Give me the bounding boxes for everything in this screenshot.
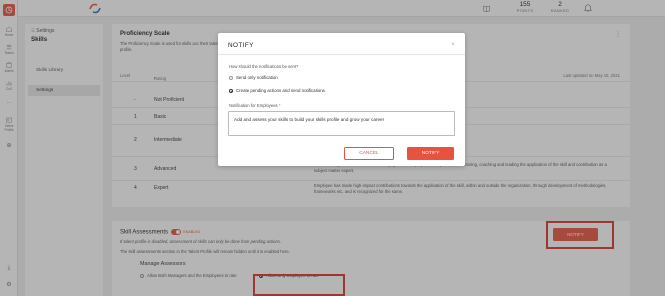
close-icon[interactable]: ×: [451, 41, 455, 48]
radio-selected-icon: [229, 88, 233, 93]
field-label-text: Notification for Employees: [229, 103, 278, 108]
required-mark: *: [278, 103, 281, 108]
modal-title: NOTIFY: [228, 42, 254, 49]
option-send-only[interactable]: Send only notification: [229, 75, 278, 80]
option-label: Create pending actions and send notifica…: [236, 88, 325, 93]
option-label: Send only notification: [236, 75, 278, 80]
notify-modal: NOTIFY × How should the notifications be…: [218, 33, 465, 166]
notification-textarea[interactable]: Add and assess your skills to build your…: [228, 111, 455, 136]
option-pending-actions[interactable]: Create pending actions and send notifica…: [229, 88, 325, 93]
modal-question: How should the notifications be sent?: [229, 64, 299, 69]
cancel-button[interactable]: CANCEL: [344, 147, 394, 160]
modal-divider: [218, 54, 465, 55]
radio-icon: [229, 75, 233, 80]
notification-field-label: Notification for Employees *: [229, 103, 280, 108]
modal-notify-button[interactable]: NOTIFY: [407, 147, 454, 160]
